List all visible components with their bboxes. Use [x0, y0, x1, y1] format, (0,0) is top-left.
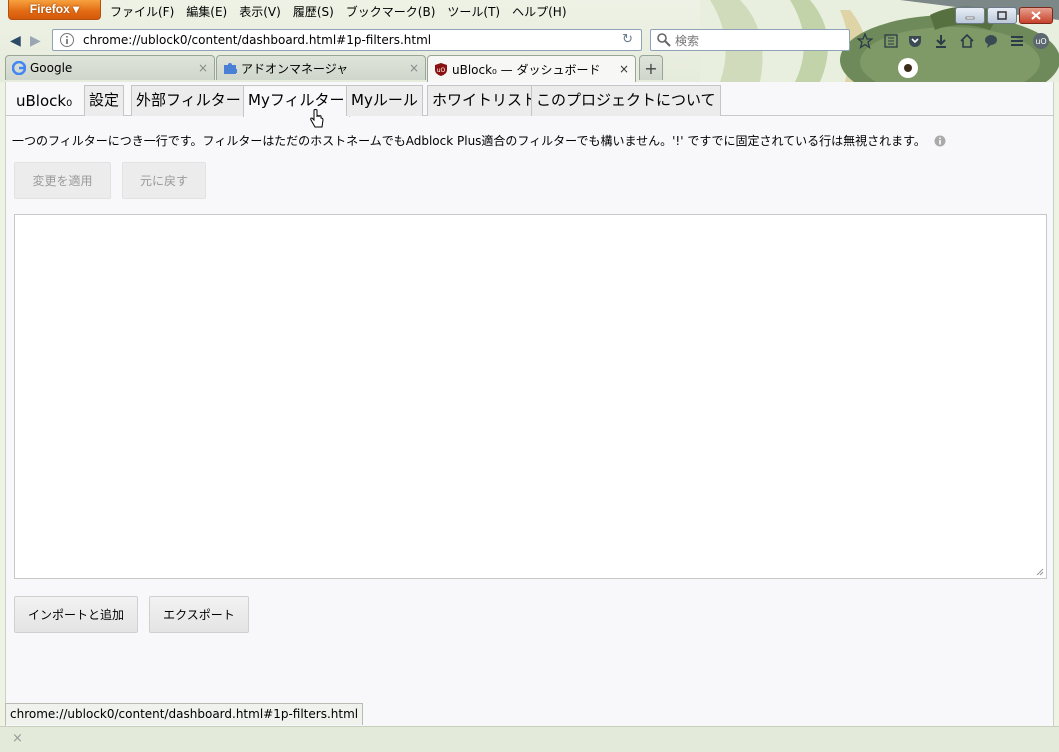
new-tab-button[interactable]: +: [639, 55, 663, 80]
filters-textarea[interactable]: [14, 214, 1047, 579]
tab-external-filters[interactable]: 外部フィルター: [131, 85, 246, 116]
menu-bar: ファイル(F) 編集(E) 表示(V) 履歴(S) ブックマーク(B) ツール(…: [104, 3, 573, 21]
export-label: エクスポート: [163, 608, 235, 622]
home-icon[interactable]: [958, 32, 976, 50]
tab-addon-manager[interactable]: アドオンマネージャ ×: [216, 55, 426, 80]
maximize-icon: [997, 11, 1007, 20]
minimize-button[interactable]: [955, 7, 985, 24]
status-url-text: chrome://ublock0/content/dashboard.html#…: [10, 707, 359, 721]
search-placeholder: 検索: [675, 33, 700, 48]
menu-view[interactable]: 表示(V): [233, 3, 287, 21]
export-button[interactable]: エクスポート: [149, 596, 249, 633]
import-append-button[interactable]: インポートと追加: [14, 596, 138, 633]
maximize-button[interactable]: [987, 7, 1017, 24]
close-window-button[interactable]: [1019, 7, 1053, 24]
back-arrow-icon[interactable]: ◀: [10, 33, 21, 49]
window-controls: [955, 7, 1053, 24]
tab-settings[interactable]: 設定: [84, 85, 125, 116]
addon-bar: ×: [0, 726, 1059, 752]
info-icon[interactable]: [934, 135, 946, 147]
bookmarks-menu-icon[interactable]: [882, 32, 900, 50]
revert-button[interactable]: 元に戻す: [122, 162, 206, 199]
dropdown-arrow-icon: ▾: [73, 2, 80, 16]
menu-tools[interactable]: ツール(T): [441, 3, 506, 21]
search-input[interactable]: 検索: [650, 29, 850, 51]
ublock-icon: uO: [435, 62, 447, 76]
tab-about[interactable]: このプロジェクトについて: [531, 85, 721, 116]
tab-whitelist[interactable]: ホワイトリスト: [427, 85, 543, 116]
revert-label: 元に戻す: [139, 174, 188, 188]
ublock-toolbar-icon[interactable]: uO: [1032, 32, 1050, 50]
plus-icon: +: [644, 58, 658, 78]
close-icon: [1031, 11, 1041, 20]
firefox-button-label: Firefox: [29, 2, 70, 16]
apply-changes-label: 変更を適用: [32, 174, 93, 188]
dashboard-tab-bar: uBlock₀ 設定 外部フィルター Myフィルター Myルール ホワイトリスト…: [6, 82, 1053, 117]
tab-my-filters[interactable]: Myフィルター: [243, 85, 350, 117]
menu-history[interactable]: 履歴(S): [287, 3, 340, 21]
tab-ublock-dashboard[interactable]: uO uBlock₀ — ダッシュボード ×: [427, 55, 636, 82]
filters-description: 一つのフィルターにつき一行です。フィルターはただのホストネームでもAdblock…: [12, 132, 946, 149]
apply-changes-button[interactable]: 変更を適用: [14, 162, 111, 199]
menu-bookmarks[interactable]: ブックマーク(B): [340, 3, 442, 21]
url-bar[interactable]: chrome://ublock0/content/dashboard.html#…: [52, 29, 642, 51]
tab-google[interactable]: Google ×: [5, 55, 215, 80]
tab-close-icon[interactable]: ×: [409, 61, 419, 75]
minimize-icon: [965, 16, 975, 19]
import-append-label: インポートと追加: [27, 608, 124, 622]
browser-chrome: Firefox ▾ ファイル(F) 編集(E) 表示(V) 履歴(S) ブックマ…: [0, 0, 1059, 82]
menu-help[interactable]: ヘルプ(H): [506, 3, 572, 21]
forward-arrow-icon[interactable]: ▶: [30, 33, 41, 49]
navigation-toolbar: ◀ ▶ chrome://ublock0/content/dashboard.h…: [0, 28, 1059, 54]
reload-icon[interactable]: ↻: [622, 32, 633, 47]
ublock-brand: uBlock₀: [16, 92, 73, 110]
download-icon[interactable]: [932, 32, 950, 50]
svg-text:uO: uO: [1035, 37, 1046, 46]
hand-cursor-icon: [310, 109, 324, 128]
pocket-icon[interactable]: [906, 32, 924, 50]
menu-file[interactable]: ファイル(F): [104, 3, 180, 21]
bookmark-star-icon[interactable]: [856, 32, 874, 50]
google-icon: [12, 61, 26, 75]
dashboard-page: uBlock₀ 設定 外部フィルター Myフィルター Myルール ホワイトリスト…: [5, 82, 1054, 726]
tab-label: uBlock₀ — ダッシュボード: [452, 62, 601, 77]
puzzle-icon: [224, 63, 237, 74]
firefox-menu-button[interactable]: Firefox ▾: [8, 0, 101, 20]
tab-close-icon[interactable]: ×: [619, 62, 629, 76]
chat-icon[interactable]: [982, 32, 1000, 50]
search-icon: [657, 33, 671, 47]
menu-edit[interactable]: 編集(E): [180, 3, 233, 21]
filters-description-text: 一つのフィルターにつき一行です。フィルターはただのホストネームでもAdblock…: [12, 134, 926, 148]
tab-close-icon[interactable]: ×: [198, 61, 208, 75]
tab-label: Google: [30, 61, 73, 75]
tab-strip: Google × アドオンマネージャ × uO uBlock₀ — ダッシュボー…: [0, 55, 1059, 82]
url-text: chrome://ublock0/content/dashboard.html#…: [83, 33, 432, 47]
resize-grip-icon[interactable]: [1034, 566, 1044, 576]
tab-label: アドオンマネージャ: [241, 61, 349, 76]
hamburger-menu-icon[interactable]: [1008, 32, 1026, 50]
site-info-icon[interactable]: [59, 32, 75, 48]
addon-bar-close-icon[interactable]: ×: [12, 731, 23, 746]
tab-my-rules[interactable]: Myルール: [346, 85, 423, 116]
svg-text:uO: uO: [437, 67, 446, 74]
status-link-tooltip: chrome://ublock0/content/dashboard.html#…: [5, 703, 364, 725]
